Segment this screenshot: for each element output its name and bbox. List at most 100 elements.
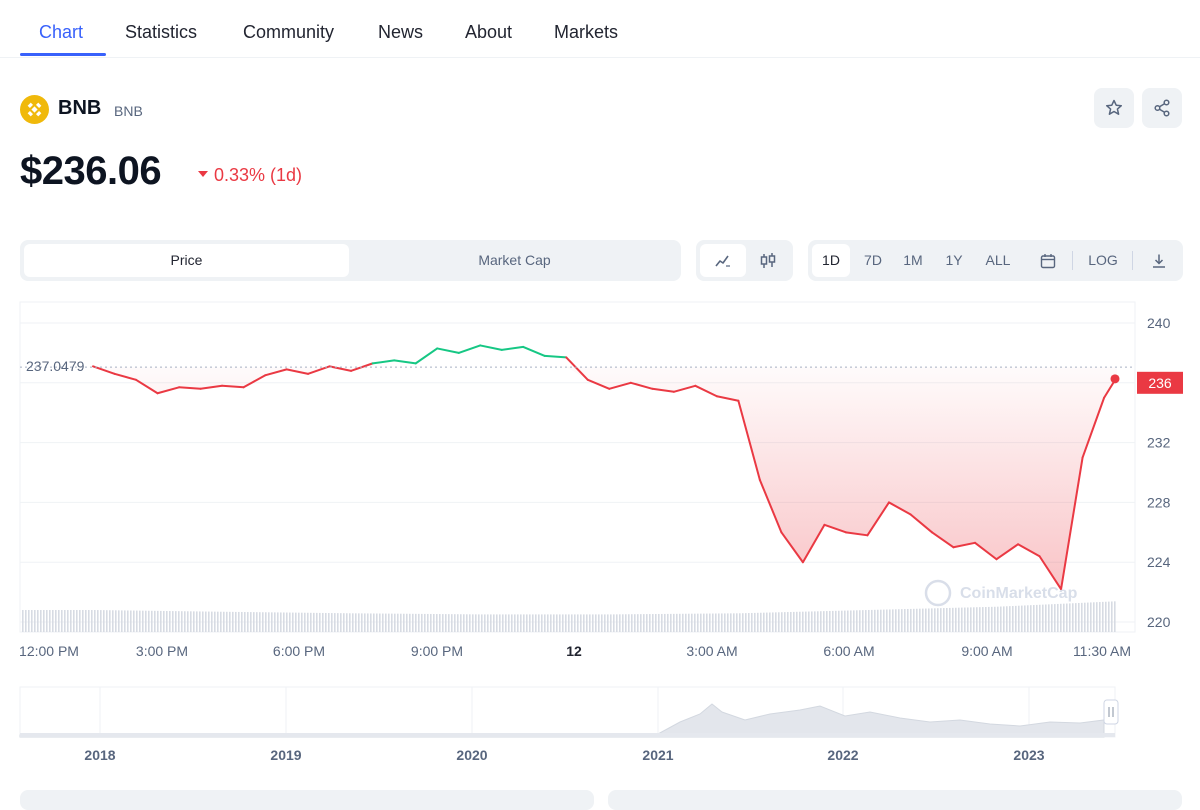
calendar-icon (1040, 254, 1056, 269)
share-icon (1154, 99, 1170, 117)
watchlist-star-button[interactable] (1094, 88, 1134, 128)
tab-chart[interactable]: Chart (39, 22, 83, 43)
volume-bar (424, 613, 426, 632)
volume-bar (547, 614, 549, 632)
volume-bar (886, 609, 888, 632)
volume-bar (646, 614, 648, 632)
volume-bar (79, 610, 81, 632)
log-scale-button[interactable]: LOG (1080, 244, 1126, 277)
share-button[interactable] (1142, 88, 1182, 128)
price-line-segment (479, 344, 503, 351)
volume-bar (766, 612, 768, 632)
volume-bar (733, 613, 735, 632)
volume-bar (898, 609, 900, 632)
navigator-baseline (20, 733, 1115, 737)
volume-bar (448, 614, 450, 632)
volume-bar (910, 608, 912, 632)
range-1d[interactable]: 1D (812, 244, 850, 277)
navigator-handle[interactable] (1103, 699, 1119, 725)
tab-markets[interactable]: Markets (554, 22, 618, 43)
volume-bar (472, 614, 474, 632)
volume-bar (853, 610, 855, 632)
range-1y[interactable]: 1Y (935, 244, 973, 277)
volume-bar (1009, 606, 1011, 632)
volume-bar (37, 610, 39, 632)
volume-bar (1003, 606, 1005, 632)
volume-bar (826, 611, 828, 632)
range-7d[interactable]: 7D (854, 244, 892, 277)
volume-bar (865, 610, 867, 632)
volume-bar (223, 611, 225, 632)
range-all[interactable]: ALL (976, 244, 1020, 277)
volume-bar (412, 613, 414, 632)
volume-bar (904, 609, 906, 632)
volume-bar (286, 612, 288, 632)
volume-bar (67, 610, 69, 632)
volume-bar (991, 606, 993, 632)
volume-bar (913, 608, 915, 632)
volume-bar (751, 612, 753, 632)
volume-bar (367, 613, 369, 632)
volume-bar (805, 611, 807, 632)
volume-bar (640, 614, 642, 632)
volume-bar (796, 611, 798, 632)
volume-bar (769, 612, 771, 632)
volume-bar (247, 612, 249, 632)
line-chart-button[interactable] (700, 244, 746, 277)
volume-bar (940, 608, 942, 632)
chart-type-toggle (696, 240, 793, 281)
volume-bar (142, 610, 144, 632)
calendar-button[interactable] (1028, 244, 1068, 277)
volume-bar (877, 609, 879, 632)
volume-bar (160, 610, 162, 632)
volume-bar (907, 608, 909, 632)
tab-market-cap[interactable]: Market Cap (352, 244, 677, 277)
volume-bar (1072, 603, 1074, 632)
volume-bar (742, 613, 744, 632)
volume-bar (1045, 604, 1047, 632)
volume-bar (1015, 605, 1017, 632)
navigator-year-label: 2020 (456, 747, 487, 763)
volume-bar (787, 612, 789, 632)
volume-bar (190, 611, 192, 632)
volume-bar (667, 613, 669, 632)
volume-bar (976, 607, 978, 632)
volume-bar (694, 613, 696, 632)
tab-community[interactable]: Community (243, 22, 334, 43)
volume-bar (871, 609, 873, 632)
volume-bar (520, 614, 522, 632)
volume-bar (433, 613, 435, 632)
volume-bar (127, 610, 129, 632)
range-navigator[interactable]: 2018 2019 2020 2021 2022 2023 (0, 682, 1200, 772)
volume-bar (382, 613, 384, 632)
volume-bar (715, 613, 717, 632)
tab-news[interactable]: News (378, 22, 423, 43)
volume-bar (145, 610, 147, 632)
volume-bar (211, 611, 213, 632)
volume-bar (313, 612, 315, 632)
volume-bar (889, 609, 891, 632)
volume-bar (379, 613, 381, 632)
volume-bar (946, 607, 948, 632)
candlestick-button[interactable] (746, 244, 790, 277)
tab-price[interactable]: Price (24, 244, 349, 277)
volume-bar (169, 611, 171, 632)
tab-statistics[interactable]: Statistics (125, 22, 197, 43)
volume-bar (988, 606, 990, 632)
volume-bar (706, 613, 708, 632)
volume-bar (427, 613, 429, 632)
volume-bar (610, 614, 612, 632)
range-1m[interactable]: 1M (894, 244, 932, 277)
tab-about[interactable]: About (465, 22, 512, 43)
volume-bar (1027, 605, 1029, 632)
active-tab-indicator (20, 53, 106, 56)
price-chart[interactable]: 237.0479 236 240 232 228 224 220 12:00 PM 3:00 … (0, 290, 1200, 680)
download-button[interactable] (1140, 244, 1178, 277)
price-line-segment (543, 354, 568, 359)
caret-down-icon (198, 171, 208, 178)
volume-bar (550, 614, 552, 632)
volume-bar (115, 610, 117, 632)
volume-bar (565, 614, 567, 632)
coin-name: BNB (58, 97, 102, 119)
volume-bar (892, 609, 894, 632)
